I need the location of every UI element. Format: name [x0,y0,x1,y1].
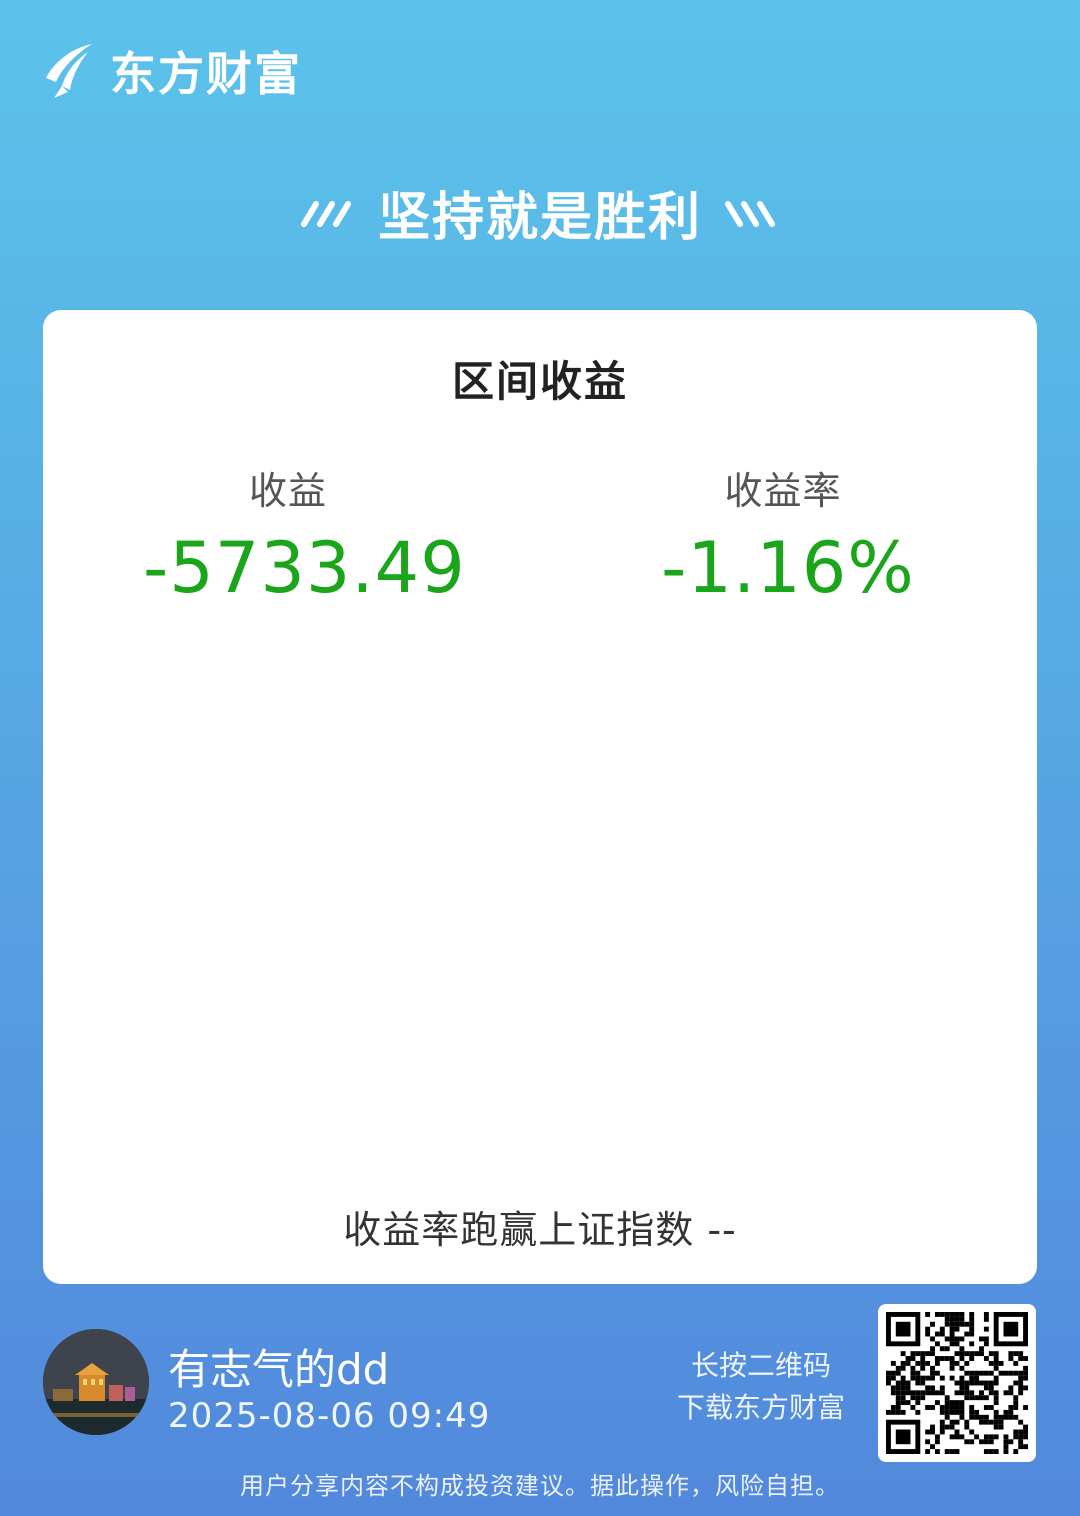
qr-code-icon [886,1312,1028,1454]
slogan: 坚持就是胜利 [0,175,1080,250]
beat-index-text: 收益率跑赢上证指数 -- [343,1208,737,1252]
card-title: 区间收益 [451,357,628,406]
username: 有志气的dd [168,1345,390,1394]
qr-hint-line2: 下载东方财富 [676,1391,845,1424]
triple-backslash-icon [725,200,775,227]
brand-name: 东方财富 [110,47,302,101]
slogan-text: 坚持就是胜利 [377,188,702,248]
disclaimer: 用户分享内容不构成投资建议。据此操作，风险自担。 [240,1472,840,1500]
rate-value: -1.16% [661,527,915,609]
returns-card: 区间收益 收益 -5733.49 收益率 -1.16% 收益率跑赢上证指数 -- [43,310,1037,1284]
rate-metric: 收益率 -1.16% [638,460,938,609]
rate-label: 收益率 [724,469,842,513]
qr-code[interactable] [878,1304,1036,1462]
share-datetime: 2025-08-06 09:49 [168,1396,491,1436]
triple-slash-icon [300,200,351,227]
eastmoney-feather-logo-icon [46,44,92,98]
qr-hint-line1: 长按二维码 [690,1349,831,1382]
footer: 有志气的dd 2025-08-06 09:49 长按二维码 下载东方财富 用户分… [0,1300,1080,1516]
profit-metric: 收益 -5733.49 [143,460,466,609]
avatar-night-city-photo [43,1329,149,1435]
profit-value: -5733.49 [143,527,466,609]
profit-label: 收益 [248,469,327,513]
qr-hint: 长按二维码 下载东方财富 [677,1345,845,1429]
avatar[interactable] [43,1329,149,1435]
brand-logo: 东方财富 [42,40,302,102]
